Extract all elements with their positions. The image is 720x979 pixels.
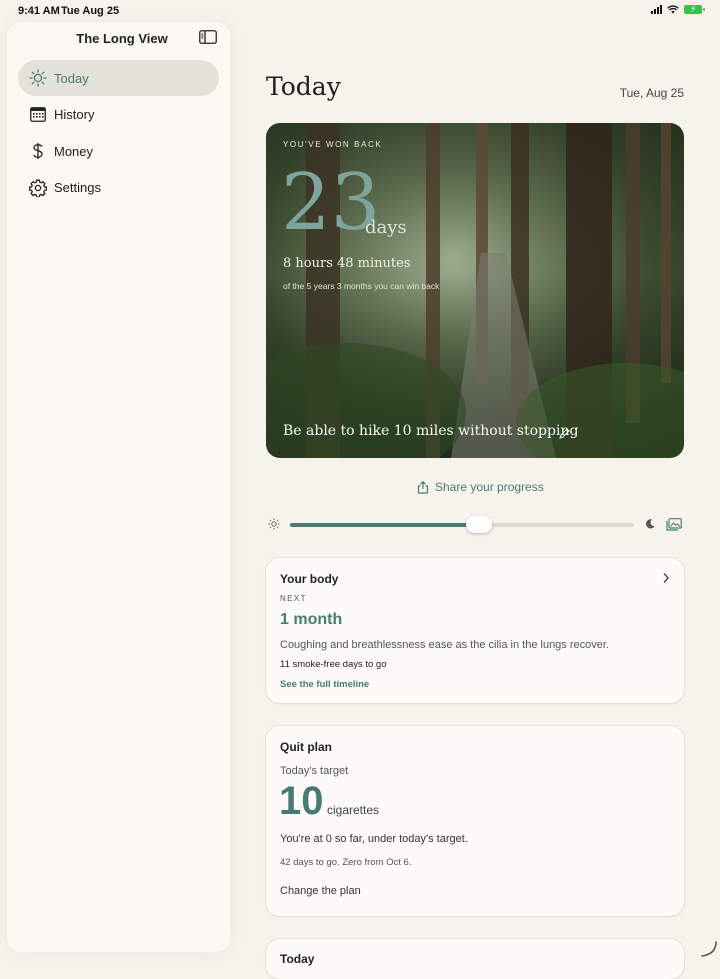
status-date: Tue Aug 25: [61, 5, 120, 17]
days-to-go: 11 smoke-free days to go: [280, 659, 387, 670]
target-value: 10: [279, 779, 324, 823]
brightness-slider[interactable]: [290, 516, 634, 533]
share-progress-button[interactable]: Share your progress: [417, 480, 544, 494]
card-title: Quit plan: [280, 740, 332, 754]
dollar-icon: [28, 141, 48, 161]
battery-icon: ⚡: [684, 4, 705, 14]
page-title: Today: [266, 72, 341, 101]
sidebar: The Long View Today History Money Settin…: [7, 22, 230, 952]
personal-goal: Be able to hike 10 miles without stoppin…: [283, 423, 579, 439]
full-timeline-link[interactable]: See the full timeline: [280, 679, 369, 690]
edit-pencil-icon[interactable]: [559, 428, 570, 439]
page-date: Tue, Aug 25: [619, 86, 684, 100]
photo-brightness-control: [268, 516, 684, 534]
sidebar-toggle-icon[interactable]: [199, 30, 217, 44]
sidebar-item-label: Money: [54, 143, 94, 159]
today-log-card[interactable]: Today: [266, 939, 684, 979]
photo-gallery-icon[interactable]: [666, 518, 682, 531]
share-label: Share your progress: [435, 480, 544, 494]
target-label: Today's target: [280, 765, 349, 777]
target-unit: cigarettes: [327, 803, 380, 817]
cellular-signal-icon: [651, 5, 662, 14]
moon-icon: [646, 519, 655, 529]
status-icons: ⚡: [651, 4, 705, 14]
window-resize-handle-icon[interactable]: [698, 938, 718, 958]
milestone-description: Coughing and breathlessness ease as the …: [280, 639, 609, 651]
next-milestone: 1 month: [280, 611, 343, 628]
gear-icon: [28, 178, 48, 198]
days-won-unit: days: [365, 217, 407, 238]
calendar-icon: [28, 105, 48, 125]
status-time: 9:41 AM: [18, 5, 60, 17]
share-icon: [417, 480, 429, 494]
time-won-detail: 8 hours 48 minutes: [283, 256, 411, 271]
time-won-note: of the 5 years 3 months you can win back: [283, 281, 440, 291]
body-recovery-card[interactable]: Your body NEXT 1 month Coughing and brea…: [266, 558, 684, 703]
sun-icon: [28, 68, 48, 88]
quit-plan-card: Quit plan Today's target 10 cigarettes Y…: [266, 726, 684, 916]
sidebar-item-history[interactable]: History: [18, 97, 219, 133]
wifi-icon: [667, 5, 679, 14]
sidebar-item-label: History: [54, 107, 95, 122]
next-label: NEXT: [280, 594, 307, 603]
status-bar: 9:41 AM Tue Aug 25 ⚡: [0, 0, 720, 22]
sidebar-item-money[interactable]: Money: [18, 133, 219, 169]
plan-detail: 42 days to go. Zero from Oct 6.: [280, 857, 412, 868]
sidebar-item-label: Today: [54, 70, 89, 86]
sun-small-icon: [268, 518, 280, 530]
sidebar-item-label: Settings: [54, 180, 101, 195]
sidebar-item-settings[interactable]: Settings: [18, 170, 219, 206]
change-plan-button[interactable]: Change the plan: [280, 885, 361, 897]
plan-status: You're at 0 so far, under today's target…: [280, 833, 468, 845]
sidebar-item-today[interactable]: Today: [18, 60, 219, 96]
brightness-slider-thumb[interactable]: [466, 516, 492, 533]
brightness-slider-fill: [290, 523, 479, 527]
card-title: Today: [280, 952, 315, 966]
sidebar-nav: Today History Money Settings: [18, 60, 219, 206]
hero-kicker: YOU'VE WON BACK: [283, 140, 383, 149]
card-title: Your body: [280, 572, 339, 586]
chevron-right-icon: [663, 573, 669, 583]
progress-hero-card[interactable]: YOU'VE WON BACK 23 days 8 hours 48 minut…: [266, 123, 684, 458]
